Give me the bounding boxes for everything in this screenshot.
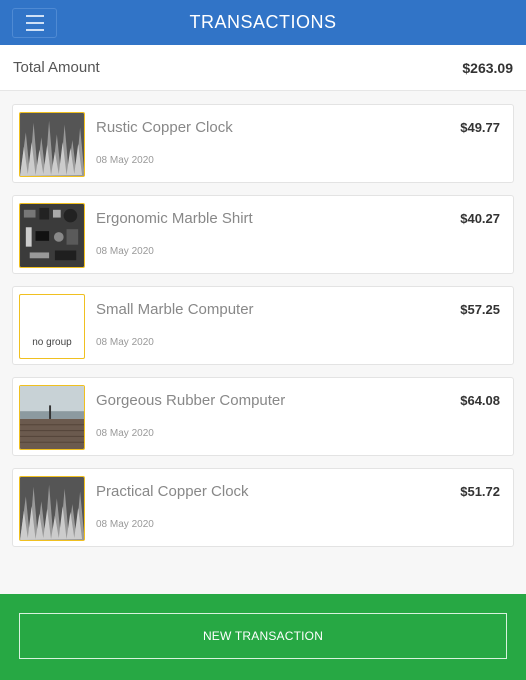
app-header: TRANSACTIONS — [0, 0, 526, 45]
pier-image — [19, 385, 85, 450]
transaction-amount: $51.72 — [460, 484, 500, 499]
transaction-date: 08 May 2020 — [96, 519, 154, 530]
transaction-date: 08 May 2020 — [96, 337, 154, 348]
transaction-amount: $40.27 — [460, 211, 500, 226]
transaction-date: 08 May 2020 — [96, 246, 154, 257]
no-group-thumbnail: no group — [19, 294, 85, 359]
transaction-date: 08 May 2020 — [96, 155, 154, 166]
menu-button[interactable] — [12, 8, 57, 38]
transaction-date: 08 May 2020 — [96, 428, 154, 439]
transaction-amount: $49.77 — [460, 120, 500, 135]
transaction-amount: $57.25 — [460, 302, 500, 317]
total-amount-value: $263.09 — [462, 59, 513, 76]
hamburger-menu-icon — [25, 15, 44, 17]
transaction-card[interactable]: Ergonomic Marble Shirt 08 May 2020 $40.2… — [12, 195, 514, 274]
transaction-card[interactable]: Practical Copper Clock 08 May 2020 $51.7… — [12, 468, 514, 547]
transaction-card[interactable]: no group Small Marble Computer 08 May 20… — [12, 286, 514, 365]
transaction-amount: $64.08 — [460, 393, 500, 408]
transaction-name: Practical Copper Clock — [96, 483, 249, 500]
grass-image — [19, 112, 85, 177]
total-amount-bar: Total Amount $263.09 — [0, 45, 526, 91]
no-group-label: no group — [32, 337, 72, 348]
transaction-name: Gorgeous Rubber Computer — [96, 392, 286, 409]
transaction-name: Small Marble Computer — [96, 301, 254, 318]
transaction-card[interactable]: Rustic Copper Clock 08 May 2020 $49.77 — [12, 104, 514, 183]
footer-bar: NEW TRANSACTION — [0, 594, 526, 680]
page-title: TRANSACTIONS — [189, 12, 337, 32]
transaction-name: Ergonomic Marble Shirt — [96, 210, 253, 227]
transaction-card[interactable]: Gorgeous Rubber Computer 08 May 2020 $64… — [12, 377, 514, 456]
new-transaction-button[interactable]: NEW TRANSACTION — [19, 613, 507, 659]
desk-items-image — [19, 203, 85, 268]
transaction-name: Rustic Copper Clock — [96, 119, 233, 136]
transaction-list: Rustic Copper Clock 08 May 2020 $49.77 E… — [12, 104, 514, 559]
grass-image — [19, 476, 85, 541]
total-amount-label: Total Amount — [13, 59, 100, 76]
